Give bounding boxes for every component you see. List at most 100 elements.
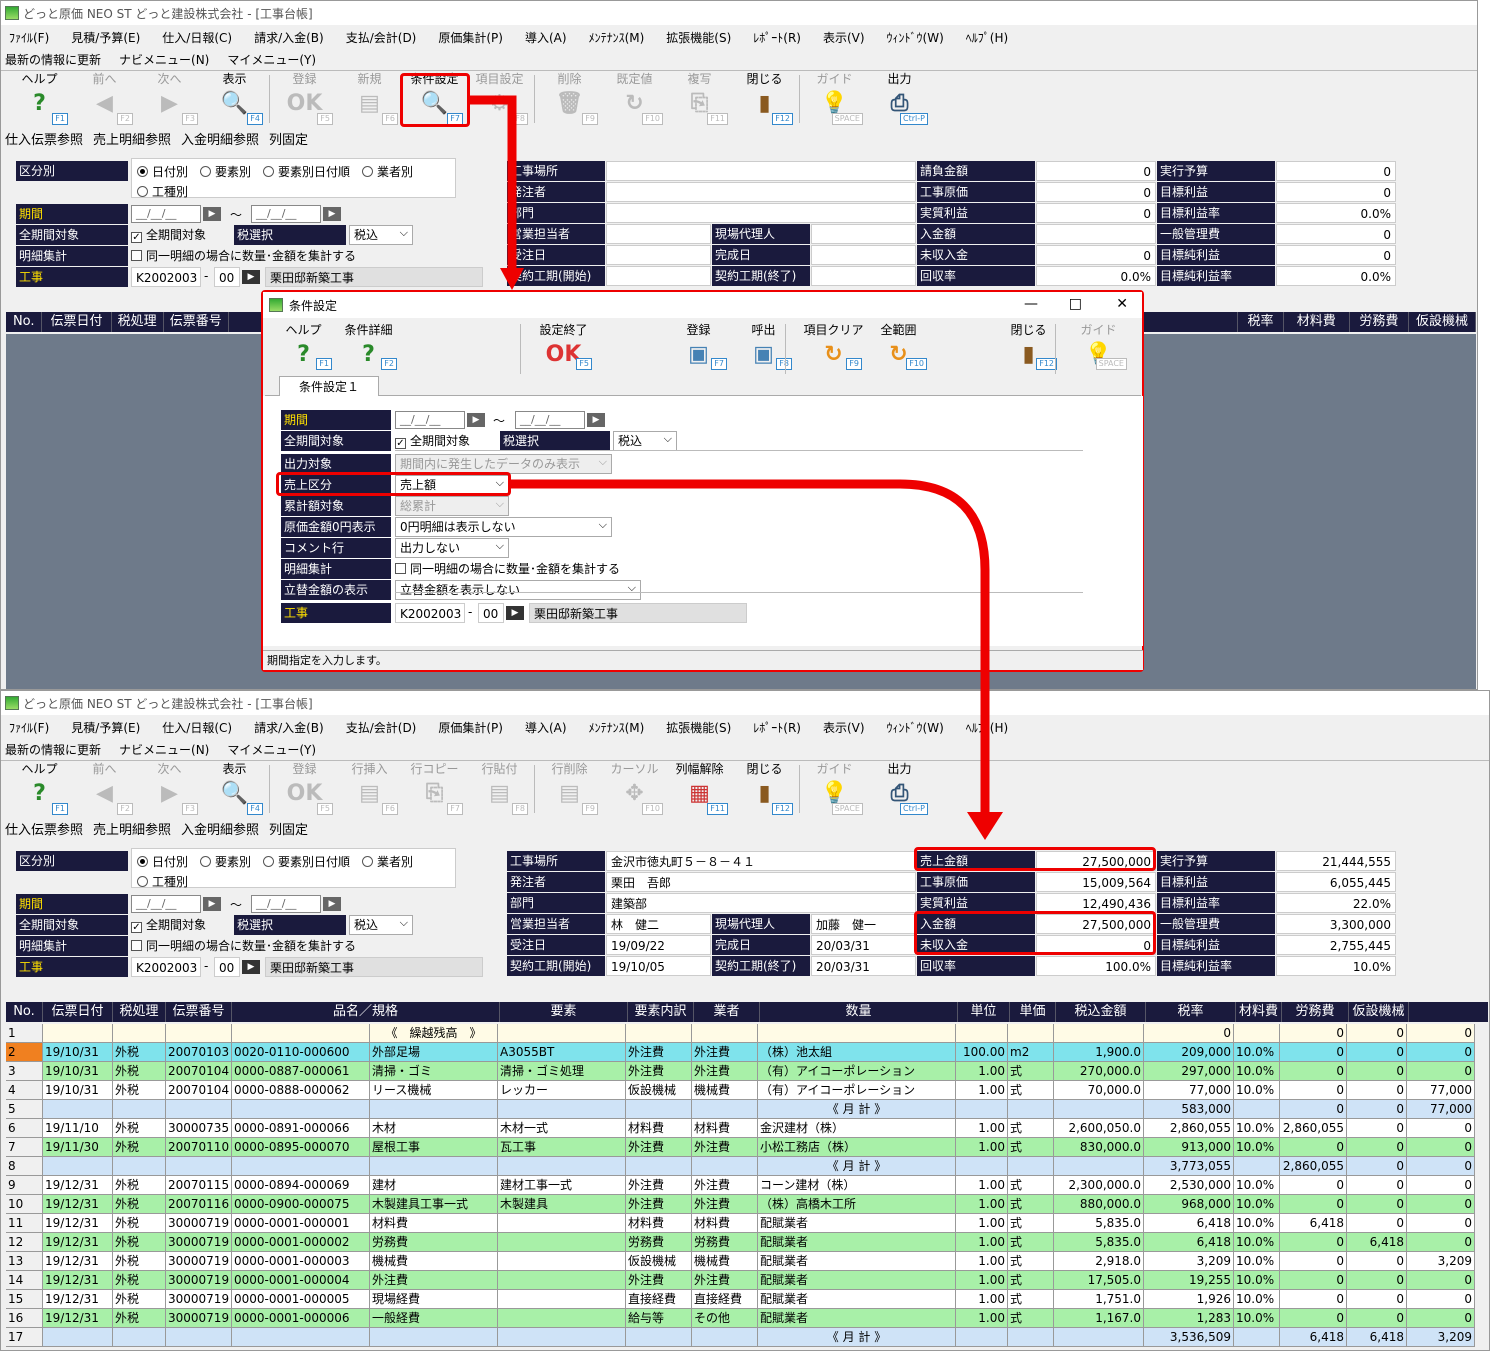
column-header[interactable]: 材料費 bbox=[1236, 1002, 1282, 1022]
menu-item[interactable]: 見積/予算(E) bbox=[71, 719, 140, 736]
toolbar-button[interactable]: 閉じる ▮ F12 bbox=[732, 761, 797, 817]
table-row[interactable]: 3 19/10/31 外税 20070104 0000-0887-000061 清掃・ゴミ… bbox=[6, 1062, 1475, 1081]
toolbar-button[interactable]: 出力 ⎙ Ctrl-P bbox=[867, 761, 932, 817]
menu-item[interactable]: ﾍﾙﾌﾟ(H) bbox=[966, 29, 1008, 46]
dialog-date-to-input[interactable]: __/__/__ bbox=[515, 411, 585, 429]
table-row[interactable]: 7 19/11/30 外税 20070110 0000-0895-000070 屋根工事瓦… bbox=[6, 1138, 1475, 1157]
column-header[interactable]: 仮設機械 bbox=[1349, 1002, 1409, 1022]
toolbar-button[interactable]: 閉じる ▮ F12 bbox=[732, 71, 797, 127]
toolbar-button[interactable]: 新規 ▤ F6 bbox=[337, 71, 402, 127]
column-header[interactable]: 単価 bbox=[1010, 1002, 1056, 1022]
toolbar-button[interactable]: 既定値 ↻ F10 bbox=[602, 71, 667, 127]
column-header[interactable]: 伝票日付 bbox=[43, 1002, 113, 1022]
toolbar-button[interactable]: ヘルプ? F1 bbox=[7, 761, 72, 817]
menu-item[interactable]: 導入(A) bbox=[525, 29, 567, 46]
table-row[interactable]: 6 19/11/10 外税 30000735 0000-0891-000066 木材 木材一… bbox=[6, 1119, 1475, 1138]
menu-item[interactable]: 仕入/日報(C) bbox=[162, 719, 232, 736]
column-header[interactable]: 伝票番号 bbox=[164, 312, 229, 332]
sub-tab[interactable]: 列固定 bbox=[269, 129, 308, 148]
table-row[interactable]: 9 19/12/31 外税 20070115 0000-0894-000069 建材 建材工… bbox=[6, 1176, 1475, 1195]
toolbar-button[interactable]: 条件詳細? F2 bbox=[336, 322, 401, 372]
toolbar-button[interactable]: 削除 🗑 F9 bbox=[537, 71, 602, 127]
toolbar-button[interactable]: 登録 ▣ F7 bbox=[666, 322, 731, 372]
toolbar-button[interactable]: 閉じる ▮ F12 bbox=[996, 322, 1061, 372]
toolbar-button[interactable]: 次へ ▶ F3 bbox=[137, 761, 202, 817]
toolbar-button[interactable]: ヘルプ? F1 bbox=[7, 71, 72, 127]
nav-item[interactable]: マイメニュー(Y) bbox=[227, 741, 316, 758]
toolbar-button[interactable]: 行削除 ▤ F9 bbox=[537, 761, 602, 817]
toolbar-button[interactable]: 項目設定 ⚙ F8 bbox=[467, 71, 532, 127]
table-row[interactable]: 8 《 月 計 》 3,773,055 2,860,055 0 0 bbox=[6, 1157, 1475, 1176]
ruikei-select[interactable]: 総累計 bbox=[395, 495, 509, 516]
column-header[interactable]: 材料費 bbox=[1284, 312, 1350, 332]
menu-item[interactable]: ﾒﾝﾃﾅﾝｽ(M) bbox=[589, 29, 645, 46]
column-header[interactable]: 数量 bbox=[760, 1002, 958, 1022]
maximize-icon[interactable]: □ bbox=[1069, 296, 1082, 312]
dialog-koji-lookup-button[interactable]: ▶ bbox=[506, 606, 524, 620]
nav-item[interactable]: 最新の情報に更新 bbox=[5, 741, 101, 758]
menu-item[interactable]: 支払/会計(D) bbox=[346, 719, 417, 736]
dialog-koji-code-input[interactable]: K2002003 bbox=[395, 603, 465, 623]
toolbar-button[interactable]: 行挿入 ▤ F6 bbox=[337, 761, 402, 817]
table-row[interactable]: 14 19/12/31 外税 30000719 0000-0001-000004 外注費外… bbox=[6, 1271, 1475, 1290]
toolbar-button[interactable]: 登録 OK F5 bbox=[272, 71, 337, 127]
toolbar-button[interactable]: ガイド 💡 SPACE bbox=[802, 71, 867, 127]
menu-item[interactable]: ﾌｧｲﾙ(F) bbox=[9, 719, 49, 736]
table-row[interactable]: 16 19/12/31 外税 30000719 0000-0001-000006 一般経費… bbox=[6, 1309, 1475, 1328]
toolbar-button[interactable]: 表示 🔍 F4 bbox=[202, 71, 267, 127]
toolbar-button[interactable]: 前へ ◀ F2 bbox=[72, 71, 137, 127]
menu-item[interactable]: 原価集計(P) bbox=[438, 29, 503, 46]
toolbar-button[interactable]: 設定終了 OK F5 bbox=[531, 322, 596, 372]
toolbar-button[interactable]: 前へ ◀ F2 bbox=[72, 761, 137, 817]
output-select[interactable]: 期間内に発生したデータのみ表示 bbox=[395, 453, 612, 474]
column-header[interactable]: 要素 bbox=[500, 1002, 628, 1022]
sub-tab[interactable]: 仕入伝票参照 bbox=[5, 819, 83, 838]
column-header[interactable]: 税率 bbox=[1238, 312, 1284, 332]
table-row[interactable]: 4 19/10/31 外税 20070104 0000-0888-000062 リース機械… bbox=[6, 1081, 1475, 1100]
column-header[interactable]: 要素内訳 bbox=[628, 1002, 694, 1022]
dialog-date-from-button[interactable]: ▶ bbox=[467, 413, 485, 427]
menu-item[interactable]: 請求/入金(B) bbox=[254, 29, 324, 46]
menu-item[interactable]: 拡張機能(S) bbox=[666, 29, 731, 46]
dialog-meisai-checkbox[interactable]: 同一明細の場合に数量･金額を集計する bbox=[395, 560, 620, 577]
sub-tab[interactable]: 入金明細参照 bbox=[181, 819, 259, 838]
nav-item[interactable]: 最新の情報に更新 bbox=[5, 51, 101, 68]
nav-item[interactable]: ナビメニュー(N) bbox=[119, 741, 209, 758]
menu-item[interactable]: ﾒﾝﾃﾅﾝｽ(M) bbox=[589, 719, 645, 736]
column-header[interactable]: 税率 bbox=[1146, 1002, 1236, 1022]
toolbar-button[interactable]: 項目クリア ↻ F9 bbox=[801, 322, 866, 372]
menu-item[interactable]: 請求/入金(B) bbox=[254, 719, 324, 736]
column-header[interactable]: No. bbox=[6, 1002, 43, 1022]
toolbar-button[interactable]: 表示 🔍 F4 bbox=[202, 761, 267, 817]
toolbar-button[interactable]: ガイド 💡 SPACE bbox=[1066, 322, 1131, 372]
column-header[interactable]: 業者 bbox=[694, 1002, 760, 1022]
table-row[interactable]: 1 《 繰越残高 》 0 0 0 0 bbox=[6, 1024, 1475, 1043]
column-header[interactable]: 仮設機械 bbox=[1409, 312, 1476, 332]
column-header[interactable]: 税処理 bbox=[113, 1002, 166, 1022]
toolbar-button[interactable]: ガイド 💡 SPACE bbox=[802, 761, 867, 817]
toolbar-button[interactable]: 次へ ▶ F3 bbox=[137, 71, 202, 127]
table-row[interactable]: 12 19/12/31 外税 30000719 0000-0001-000002 労務費労… bbox=[6, 1233, 1475, 1252]
tatekae-select[interactable]: 立替金額を表示しない bbox=[395, 579, 641, 600]
nav-item[interactable]: ナビメニュー(N) bbox=[119, 51, 209, 68]
tab-condition-1[interactable]: 条件設定１ bbox=[279, 376, 379, 397]
dialog-date-to-button[interactable]: ▶ bbox=[587, 413, 605, 427]
toolbar-button[interactable]: 複写 ⎘ F11 bbox=[667, 71, 732, 127]
toolbar-button[interactable]: ヘルプ? F1 bbox=[271, 322, 336, 372]
dialog-date-from-input[interactable]: __/__/__ bbox=[395, 411, 465, 429]
column-header[interactable]: No. bbox=[6, 312, 43, 332]
menu-item[interactable]: 拡張機能(S) bbox=[666, 719, 731, 736]
dialog-all-period-checkbox[interactable]: ✓ 全期間対象 bbox=[395, 432, 470, 449]
toolbar-button[interactable]: 行コピー ⎘ F7 bbox=[402, 761, 467, 817]
sub-tab[interactable]: 入金明細参照 bbox=[181, 129, 259, 148]
menu-item[interactable]: 導入(A) bbox=[525, 719, 567, 736]
table-row[interactable]: 11 19/12/31 外税 30000719 0000-0001-000001 材料費材… bbox=[6, 1214, 1475, 1233]
nav-item[interactable]: マイメニュー(Y) bbox=[227, 51, 316, 68]
menu-item[interactable]: 原価集計(P) bbox=[438, 719, 503, 736]
toolbar-button[interactable]: 全範囲 ↻ F10 bbox=[866, 322, 931, 372]
column-header[interactable]: 伝票番号 bbox=[166, 1002, 232, 1022]
menu-item[interactable]: ｳｨﾝﾄﾞｳ(W) bbox=[887, 29, 944, 46]
dialog-koji-sub-input[interactable]: 00 bbox=[478, 603, 504, 623]
toolbar-button[interactable]: 登録 OK F5 bbox=[272, 761, 337, 817]
toolbar-button[interactable]: 出力 ⎙ Ctrl-P bbox=[867, 71, 932, 127]
